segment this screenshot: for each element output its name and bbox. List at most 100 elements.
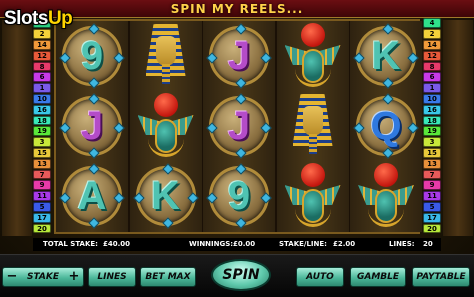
auto-button[interactable]: AUTO: [296, 267, 344, 287]
symbol-tile: K: [130, 161, 202, 231]
right-line-indicator[interactable]: 18: [423, 115, 441, 126]
left-line-indicator[interactable]: 3: [33, 137, 51, 147]
sc-sun-part: [153, 93, 178, 117]
reel: [276, 21, 349, 232]
scarab-icon: [284, 23, 341, 89]
left-line-indicator[interactable]: 16: [33, 104, 51, 115]
right-line-indicator[interactable]: 2: [423, 29, 441, 39]
right-line-indicator[interactable]: 16: [423, 104, 441, 115]
round-tile: J: [59, 93, 125, 159]
symbol-tile: 9: [203, 161, 275, 231]
symbol-glyph: 9: [227, 174, 251, 218]
left-line-indicator[interactable]: 8: [33, 61, 51, 72]
left-line-indicator[interactable]: 14: [33, 40, 51, 50]
lines-value: 20: [423, 240, 433, 248]
paytable-button[interactable]: PAYTABLE: [412, 267, 470, 287]
left-decoration: [2, 20, 32, 236]
left-line-indicator[interactable]: 5: [33, 202, 51, 212]
right-line-indicator[interactable]: 14: [423, 40, 441, 50]
reel: JJ 9: [203, 21, 275, 232]
right-line-indicator[interactable]: 13: [423, 158, 441, 169]
left-line-indicator[interactable]: 10: [33, 94, 51, 104]
stake-increase-button[interactable]: +: [68, 268, 80, 286]
left-line-indicator[interactable]: 19: [33, 126, 51, 137]
winnings-value: £0.00: [233, 240, 256, 248]
right-line-indicator[interactable]: 10: [423, 94, 441, 104]
symbol-tile: A: [56, 161, 128, 231]
right-line-indicator[interactable]: 20: [423, 223, 441, 234]
scarab-symbol: [350, 161, 422, 231]
control-bar: − STAKE + LINES BET MAX SPIN AUTO GAMBLE…: [0, 254, 474, 297]
left-line-indicator[interactable]: 6: [33, 72, 51, 83]
stake-decrease-button[interactable]: −: [6, 268, 18, 286]
bet-max-button[interactable]: BET MAX: [140, 267, 196, 287]
sc-legs-part: [368, 207, 404, 227]
symbol-tile: Q: [350, 91, 422, 161]
right-line-indicator[interactable]: 17: [423, 212, 441, 223]
round-tile: K: [132, 163, 199, 229]
left-line-indicator[interactable]: 12: [33, 50, 51, 61]
total-stake-value: £40.00: [103, 240, 131, 248]
left-line-indicator[interactable]: 15: [33, 148, 51, 158]
pharaoh-symbol: [130, 21, 202, 91]
gamble-button[interactable]: GAMBLE: [350, 267, 406, 287]
lines-label: LINES:: [389, 240, 415, 248]
symbol-glyph: J: [80, 104, 104, 148]
left-line-indicator[interactable]: 7: [33, 169, 51, 180]
left-line-indicator[interactable]: 17: [33, 212, 51, 223]
right-line-indicator[interactable]: 5: [423, 202, 441, 212]
sc-sun-part: [374, 163, 398, 187]
symbol-glyph: Q: [370, 104, 402, 148]
symbol-glyph: 9: [80, 34, 104, 78]
reel: K: [129, 21, 202, 232]
right-line-indicator[interactable]: 19: [423, 126, 441, 137]
stake-line-label: STAKE/LINE:: [279, 240, 327, 248]
right-decoration: [443, 20, 473, 236]
right-line-indicator[interactable]: 11: [423, 191, 441, 201]
round-tile: 9: [59, 23, 125, 89]
ph-beard-part: [308, 134, 317, 154]
right-line-indicator[interactable]: 4: [423, 18, 441, 29]
symbol-tile: J: [56, 91, 128, 161]
symbol-tile: J: [203, 21, 275, 91]
left-line-indicator[interactable]: 18: [33, 115, 51, 126]
right-line-indicator[interactable]: 7: [423, 169, 441, 180]
lines-button[interactable]: LINES: [88, 267, 136, 287]
pharaoh-symbol: [277, 91, 349, 161]
right-line-indicator[interactable]: 8: [423, 61, 441, 72]
left-line-indicator[interactable]: 1: [33, 83, 51, 93]
right-line-indicator[interactable]: 12: [423, 50, 441, 61]
left-line-indicator[interactable]: 9: [33, 180, 51, 191]
round-tile: J: [206, 23, 272, 89]
right-line-indicator[interactable]: 6: [423, 72, 441, 83]
stake-label: STAKE: [26, 272, 59, 282]
reel: 9 JA: [56, 21, 128, 232]
sc-legs-part: [294, 207, 331, 227]
right-line-indicator[interactable]: 3: [423, 137, 441, 147]
round-tile: K: [353, 23, 419, 89]
left-line-indicators: 4 2 14 12 8 6 1 10 16 18 19 3 15 13 7 9 11 5 17 20: [33, 18, 51, 236]
left-line-indicator[interactable]: 20: [33, 223, 51, 234]
pharaoh-mask-icon: [140, 24, 192, 88]
left-line-indicator[interactable]: 2: [33, 29, 51, 39]
right-line-indicator[interactable]: 1: [423, 83, 441, 93]
scarab-icon: [137, 93, 194, 159]
round-tile: Q: [353, 93, 419, 159]
symbol-tile: J: [203, 91, 275, 161]
spin-button[interactable]: SPIN: [211, 259, 271, 291]
logo-text: Slots: [4, 8, 48, 29]
symbol-glyph: K: [151, 174, 180, 218]
slot-game: SPIN MY REELS... SlotsUp 4 2 14 12 8 6 1 10 16 18…: [0, 0, 474, 297]
left-line-indicator[interactable]: 13: [33, 158, 51, 169]
ph-face-part: [302, 106, 323, 136]
right-line-indicator[interactable]: 9: [423, 180, 441, 191]
left-line-indicator[interactable]: 11: [33, 191, 51, 201]
scarab-symbol: [277, 161, 349, 231]
total-stake-label: TOTAL STAKE:: [43, 240, 98, 248]
symbol-tile: K: [350, 21, 422, 91]
reel-window: 9JAKJJ9KQ: [54, 19, 422, 234]
stake-line-value: £2.00: [333, 240, 356, 248]
right-line-indicator[interactable]: 15: [423, 148, 441, 158]
stake-control: − STAKE +: [2, 267, 84, 287]
symbol-glyph: J: [227, 34, 251, 78]
